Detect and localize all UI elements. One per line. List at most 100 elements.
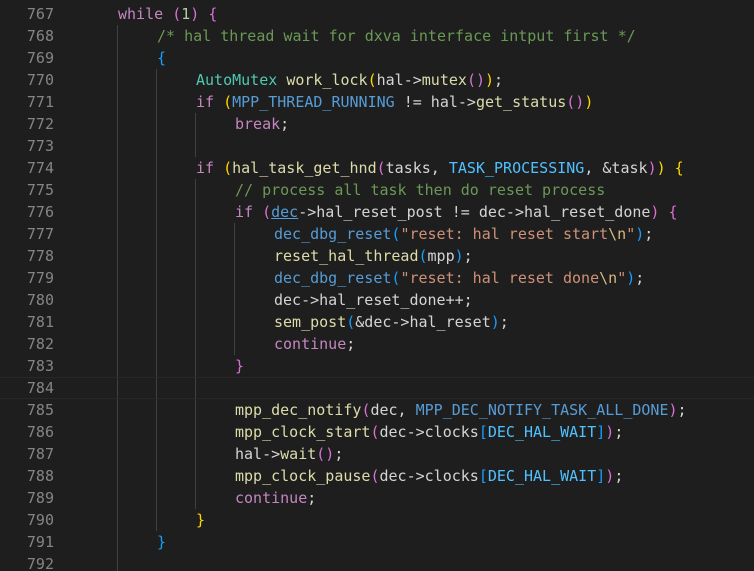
code-line[interactable]: 780 dec->hal_reset_done++; xyxy=(0,289,754,311)
code-token: mpp_clock_pause xyxy=(235,467,371,485)
code-token: ; xyxy=(644,225,654,243)
code-line[interactable]: 776 if (dec->hal_reset_post != dec->hal_r… xyxy=(0,201,754,223)
code-token: ; xyxy=(635,269,645,287)
code-token: ( xyxy=(172,5,182,23)
code-line[interactable]: 768 /* hal thread wait for dxva interface… xyxy=(0,25,754,47)
code-token: { xyxy=(674,159,684,177)
code-token: "reset: hal reset done xyxy=(400,269,600,287)
code-token: ) xyxy=(626,269,636,287)
code-token: DEC_HAL_WAIT xyxy=(487,467,597,485)
line-number: 773 xyxy=(26,137,54,155)
code-token: wait xyxy=(280,445,317,463)
code-token: hal-> xyxy=(235,445,281,463)
code-text: dec_dbg_reset("reset: hal reset start\n"… xyxy=(274,223,653,245)
code-text: dec->hal_reset_done++; xyxy=(274,289,473,311)
line-number: 774 xyxy=(26,159,54,177)
code-line[interactable]: 789 continue; xyxy=(0,487,754,509)
code-line[interactable]: 781 sem_post(&dec->hal_reset); xyxy=(0,311,754,333)
code-line[interactable]: 784 xyxy=(0,377,754,399)
code-line[interactable]: 770 AutoMutex work_lock(hal->mutex()); xyxy=(0,69,754,91)
line-number: 777 xyxy=(26,225,54,243)
line-number: 780 xyxy=(26,291,54,309)
code-text: continue; xyxy=(235,487,316,509)
line-number: 776 xyxy=(26,203,54,221)
code-token: dec->clocks xyxy=(379,467,479,485)
code-token: hal_task_get_hnd xyxy=(232,159,377,177)
code-text: hal->wait(); xyxy=(235,443,343,465)
code-token: ; xyxy=(307,489,317,507)
code-token: 1 xyxy=(181,5,191,23)
code-line[interactable]: 791} xyxy=(0,531,754,553)
code-editor[interactable]: 767 while (1) {768/* hal thread wait for … xyxy=(0,0,754,571)
code-line[interactable]: 769 { xyxy=(0,47,754,69)
line-number: 767 xyxy=(26,5,54,23)
code-text: { xyxy=(157,47,166,69)
code-token: if xyxy=(196,93,215,111)
code-line[interactable]: 779 dec_dbg_reset("reset: hal reset done\… xyxy=(0,267,754,289)
line-number: 786 xyxy=(26,423,54,441)
code-token: /* hal thread wait for dxva interface in… xyxy=(157,27,636,45)
code-token: " xyxy=(626,225,636,243)
line-number: 775 xyxy=(26,181,54,199)
code-token: } xyxy=(196,511,206,529)
code-token: ( xyxy=(262,203,272,221)
code-line[interactable]: 792 xyxy=(0,553,754,571)
line-number: 783 xyxy=(26,357,54,375)
code-line[interactable]: 772 break; xyxy=(0,113,754,135)
line-number: 788 xyxy=(26,467,54,485)
code-line[interactable]: 786 mpp_clock_start(dec->clocks[DEC_HAL_W… xyxy=(0,421,754,443)
line-number: 791 xyxy=(26,533,54,551)
code-token: ; xyxy=(677,401,687,419)
code-line[interactable]: 767 while (1) { xyxy=(0,3,754,25)
code-text: continue; xyxy=(274,333,355,355)
code-token: () xyxy=(466,71,485,89)
code-token: ->hal_reset_post != dec->hal_reset_done xyxy=(298,203,651,221)
code-token: { xyxy=(208,5,218,23)
code-token: ; xyxy=(614,423,624,441)
code-line[interactable]: 771 if (MPP_THREAD_RUNNING != hal->get_st… xyxy=(0,91,754,113)
code-token: dec->clocks xyxy=(379,423,479,441)
code-token: AutoMutex xyxy=(196,71,278,89)
code-token: if xyxy=(235,203,254,221)
code-token: () xyxy=(566,93,585,111)
code-line[interactable]: 773 xyxy=(0,135,754,157)
code-line[interactable]: 790} xyxy=(0,509,754,531)
code-token: ; xyxy=(334,445,344,463)
code-line[interactable]: 788 mpp_clock_pause(dec->clocks[DEC_HAL_W… xyxy=(0,465,754,487)
code-token: ( xyxy=(370,467,380,485)
code-text: dec_dbg_reset("reset: hal reset done\n")… xyxy=(274,267,644,289)
code-token: ( xyxy=(418,247,428,265)
code-line[interactable]: 783} xyxy=(0,355,754,377)
code-token: MPP_THREAD_RUNNING xyxy=(232,93,395,111)
code-text: while (1) { xyxy=(118,3,217,25)
code-token: ; xyxy=(494,71,504,89)
code-text: mpp_dec_notify(dec, MPP_DEC_NOTIFY_TASK_… xyxy=(235,399,687,421)
code-token: DEC_HAL_WAIT xyxy=(487,423,597,441)
code-token: if xyxy=(196,159,215,177)
code-text: if (MPP_THREAD_RUNNING != hal->get_statu… xyxy=(196,91,593,113)
code-line[interactable]: 785 mpp_dec_notify(dec, MPP_DEC_NOTIFY_TA… xyxy=(0,399,754,421)
code-text: } xyxy=(235,355,244,377)
code-line[interactable]: 787 hal->wait(); xyxy=(0,443,754,465)
code-token: hal-> xyxy=(376,71,422,89)
line-number: 785 xyxy=(26,401,54,419)
code-line[interactable]: 775 // process all task then do reset pro… xyxy=(0,179,754,201)
code-token: MPP_DEC_NOTIFY_TASK_ALL_DONE xyxy=(415,401,669,419)
code-token: ; xyxy=(463,247,473,265)
code-line[interactable]: 777 dec_dbg_reset("reset: hal reset start… xyxy=(0,223,754,245)
code-token: ; xyxy=(280,115,290,133)
code-token: ) xyxy=(605,467,615,485)
line-number: 784 xyxy=(26,379,54,397)
code-token: TASK_PROCESSING xyxy=(448,159,585,177)
code-token: dec, xyxy=(370,401,416,419)
code-line[interactable]: 774 if (hal_task_get_hnd(tasks, TASK_PROC… xyxy=(0,157,754,179)
code-token: mpp_dec_notify xyxy=(235,401,362,419)
code-token: ) xyxy=(485,71,495,89)
code-token: dec xyxy=(271,203,299,221)
code-line[interactable]: 778 reset_hal_thread(mpp); xyxy=(0,245,754,267)
code-text: // process all task then do reset proces… xyxy=(235,179,605,201)
code-line[interactable]: 782 continue; xyxy=(0,333,754,355)
